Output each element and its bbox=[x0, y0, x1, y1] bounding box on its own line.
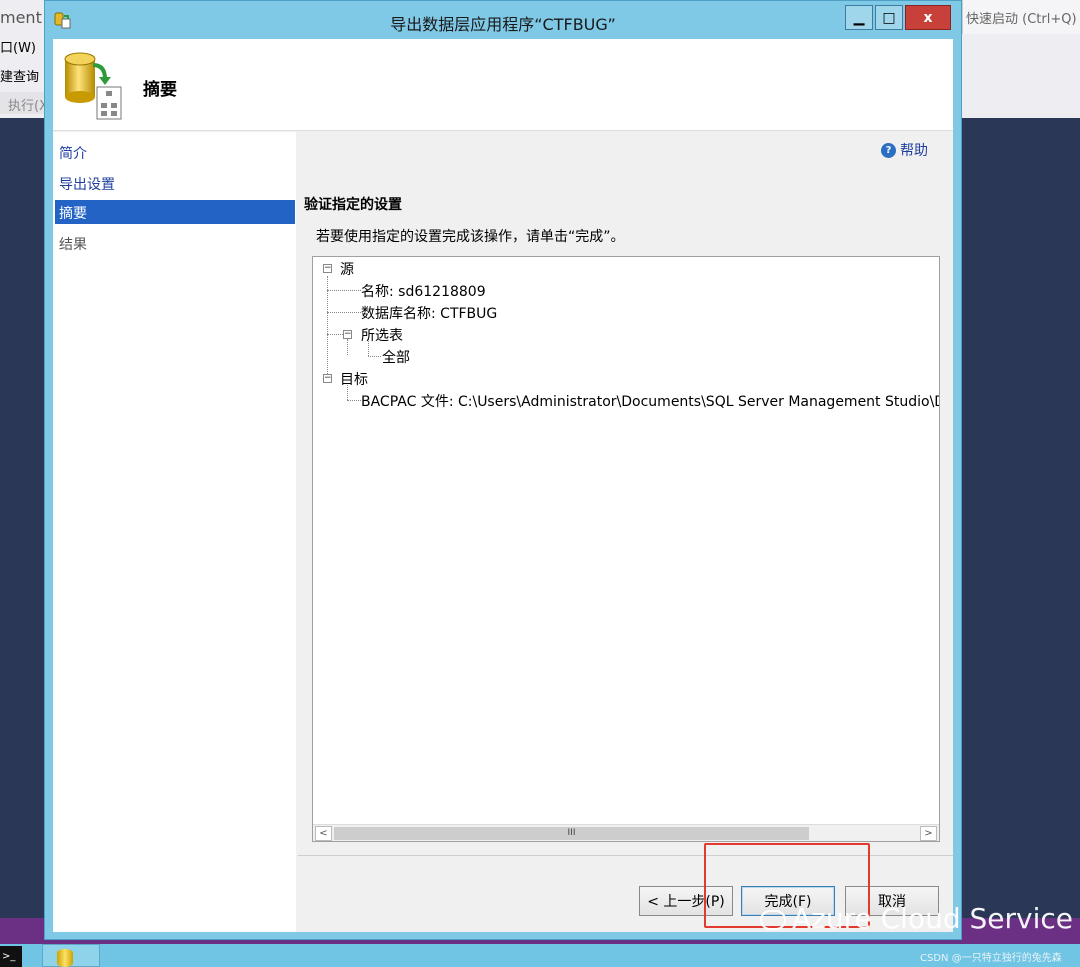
collapse-source-toggle[interactable]: − bbox=[323, 264, 332, 273]
database-icon bbox=[57, 949, 73, 967]
export-data-tier-dialog: 导出数据层应用程序“CTFBUG” ▁ □ x 摘要 简介 导出设置 摘要 结果… bbox=[44, 0, 962, 940]
wizard-main-panel: ? 帮助 验证指定的设置 若要使用指定的设置完成该操作，请单击“完成”。 − 源 bbox=[298, 132, 953, 932]
dialog-title: 导出数据层应用程序“CTFBUG” bbox=[390, 15, 616, 34]
close-button[interactable]: x bbox=[905, 5, 951, 30]
tree-node-name[interactable]: 名称: sd61218809 bbox=[361, 281, 486, 301]
tree-node-target[interactable]: 目标 bbox=[340, 369, 368, 389]
section-title: 验证指定的设置 bbox=[304, 197, 402, 213]
dialog-client-area: 摘要 简介 导出设置 摘要 结果 ? 帮助 验证指定的设置 若要使用指定的设置完… bbox=[53, 39, 953, 932]
maximize-button[interactable]: □ bbox=[875, 5, 903, 30]
background-app-left: ment 口(W) 建查询 执行(X bbox=[0, 0, 44, 118]
scroll-right-button[interactable]: > bbox=[920, 826, 937, 841]
tree-connector bbox=[347, 339, 348, 355]
tree-node-selected-tables[interactable]: 所选表 bbox=[361, 325, 403, 345]
wechat-icon bbox=[760, 910, 786, 930]
wizard-nav: 简介 导出设置 摘要 结果 bbox=[53, 132, 296, 932]
tree-node-database-name[interactable]: 数据库名称: CTFBUG bbox=[361, 303, 497, 323]
scroll-thumb[interactable]: III bbox=[334, 827, 809, 840]
quick-launch-input[interactable]: 快速启动 (Ctrl+Q) bbox=[962, 0, 1080, 34]
collapse-target-toggle[interactable]: − bbox=[323, 374, 332, 383]
tree-connector bbox=[327, 312, 361, 313]
help-icon: ? bbox=[881, 142, 896, 158]
tree-node-bacpac-file[interactable]: BACPAC 文件: C:\Users\Administrator\Docume… bbox=[361, 391, 939, 411]
tree-connector bbox=[327, 290, 361, 291]
collapse-selected-tables-toggle[interactable]: − bbox=[343, 330, 352, 339]
nav-item-summary[interactable]: 摘要 bbox=[55, 200, 295, 224]
watermark-text: Azure Cloud Service bbox=[792, 902, 1073, 935]
cmd-taskbar-icon[interactable]: >_ bbox=[0, 946, 22, 967]
background-execute-button[interactable]: 执行(X bbox=[0, 92, 44, 114]
wizard-header: 摘要 bbox=[53, 39, 953, 131]
credit-text: CSDN @一只特立独行的兔先森 bbox=[920, 953, 1062, 964]
tree-connector bbox=[327, 276, 328, 380]
horizontal-scrollbar[interactable]: < III > bbox=[313, 824, 939, 841]
tree-connector bbox=[347, 400, 361, 401]
settings-tree-view[interactable]: − 源 名称: sd61218809 数据库名称: CTFBUG − 所选表 全… bbox=[312, 256, 940, 842]
watermark: Azure Cloud Service bbox=[760, 902, 1073, 935]
nav-item-results: 结果 bbox=[59, 237, 87, 253]
instructions-text: 若要使用指定的设置完成该操作，请单击“完成”。 bbox=[316, 229, 625, 245]
dialog-titlebar[interactable]: 导出数据层应用程序“CTFBUG” ▁ □ x bbox=[45, 1, 961, 39]
nav-item-export-settings[interactable]: 导出设置 bbox=[55, 171, 295, 195]
tree-node-all-tables[interactable]: 全部 bbox=[382, 347, 410, 367]
tree-node-source[interactable]: 源 bbox=[340, 259, 354, 279]
scroll-left-button[interactable]: < bbox=[315, 826, 332, 841]
background-window-menu[interactable]: 口(W) bbox=[0, 37, 44, 56]
ssms-taskbar-button[interactable] bbox=[42, 944, 100, 967]
background-app-title: ment bbox=[0, 8, 42, 27]
page-title: 摘要 bbox=[143, 80, 177, 100]
minimize-button[interactable]: ▁ bbox=[845, 5, 873, 30]
nav-item-intro[interactable]: 简介 bbox=[55, 140, 295, 164]
background-new-query-button[interactable]: 建查询 bbox=[0, 66, 44, 85]
help-link[interactable]: ? 帮助 bbox=[881, 140, 928, 160]
database-export-icon bbox=[64, 52, 122, 120]
tree-connector bbox=[368, 356, 381, 357]
help-label: 帮助 bbox=[900, 143, 928, 159]
taskbar: >_ bbox=[0, 944, 1080, 967]
